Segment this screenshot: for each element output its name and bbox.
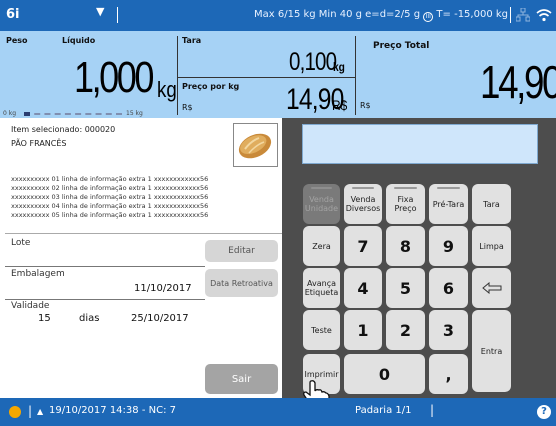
bread-icon bbox=[233, 123, 278, 167]
weight-value: 1,000 bbox=[74, 53, 154, 102]
validade-days: 15 bbox=[38, 313, 51, 324]
help-icon[interactable]: ? bbox=[537, 405, 551, 419]
key-3[interactable]: 3 bbox=[429, 310, 468, 350]
status-bar: | ▲ 19/10/2017 14:38 - NC: 7 Padaria 1/1… bbox=[0, 398, 556, 426]
preco-kg-label: Preço por kg bbox=[182, 82, 240, 91]
list-item: xxxxxxxxxx 01 linha de informação extra … bbox=[11, 175, 209, 183]
tare-spec: T= -15,000 kg bbox=[436, 9, 509, 20]
data-retroativa-button[interactable]: Data Retroativa bbox=[205, 269, 278, 297]
range-max: 15 kg bbox=[126, 110, 143, 117]
scale-spec: Max 6/15 kg Min 40 g e=d=2/5 g III T= -1… bbox=[254, 9, 508, 22]
preco-total-value: 14,90 bbox=[480, 56, 556, 108]
list-item: xxxxxxxxxx 05 linha de informação extra … bbox=[11, 211, 209, 219]
liquido-label: Líquido bbox=[62, 36, 96, 45]
range-min: 0 kg bbox=[3, 110, 17, 117]
venda-unidade-key[interactable]: Venda Unidade bbox=[303, 184, 340, 224]
key-9[interactable]: 9 bbox=[429, 226, 468, 266]
peso-label: Peso bbox=[6, 36, 28, 45]
key-6[interactable]: 6 bbox=[429, 268, 468, 308]
tara-value: 0,100 bbox=[289, 48, 337, 76]
preco-total-label: Preço Total bbox=[373, 41, 430, 51]
divider bbox=[117, 7, 118, 23]
selected-item-label: Item selecionado: 000020 bbox=[11, 125, 116, 134]
weight-range-bar bbox=[24, 113, 122, 115]
venda-diversos-key[interactable]: Venda Diversos bbox=[344, 184, 382, 224]
tara-key[interactable]: Tara bbox=[472, 184, 511, 224]
embalagem-label: Embalagem bbox=[11, 269, 65, 279]
list-item: xxxxxxxxxx 03 linha de informação extra … bbox=[11, 193, 209, 201]
key-2[interactable]: 2 bbox=[386, 310, 425, 350]
wifi-icon bbox=[536, 9, 552, 22]
accuracy-class-icon: III bbox=[423, 12, 434, 22]
sair-button[interactable]: Sair bbox=[205, 364, 278, 394]
preco-kg-unit: R$ bbox=[332, 97, 348, 113]
backspace-arrow-icon bbox=[481, 282, 501, 294]
limpa-key[interactable]: Limpa bbox=[472, 226, 511, 266]
item-details-pane: Item selecionado: 000020 PÃO FRANCÊS xxx… bbox=[0, 118, 282, 398]
keypad-panel: Venda Unidade Venda Diversos Fixa Preço … bbox=[282, 118, 556, 406]
key-4[interactable]: 4 bbox=[344, 268, 382, 308]
validade-date: 25/10/2017 bbox=[131, 313, 189, 324]
key-1[interactable]: 1 bbox=[344, 310, 382, 350]
divider bbox=[177, 77, 355, 78]
entra-key[interactable]: Entra bbox=[472, 310, 511, 392]
divider bbox=[355, 36, 356, 115]
divider bbox=[510, 7, 511, 23]
preco-total-currency: R$ bbox=[360, 101, 371, 110]
datetime-nc: 19/10/2017 14:38 - NC: 7 bbox=[49, 405, 176, 416]
teste-key[interactable]: Teste bbox=[303, 310, 340, 350]
key-0[interactable]: 0 bbox=[344, 354, 425, 394]
list-item: xxxxxxxxxx 04 linha de informação extra … bbox=[11, 202, 209, 210]
key-5[interactable]: 5 bbox=[386, 268, 425, 308]
validade-days-unit: dias bbox=[79, 313, 100, 324]
divider bbox=[5, 233, 282, 234]
item-name: PÃO FRANCÊS bbox=[11, 139, 67, 148]
divider bbox=[5, 266, 205, 267]
top-bar: 6i ▼ Max 6/15 kg Min 40 g e=d=2/5 g III … bbox=[0, 0, 556, 31]
weigh-panel: Peso Líquido 1,000 kg 0 kg 15 kg Tara 0,… bbox=[0, 31, 556, 118]
weight-range-fill bbox=[24, 112, 30, 116]
padaria-label[interactable]: Padaria 1/1 bbox=[355, 405, 411, 416]
status-dot bbox=[9, 406, 21, 418]
keypad-display bbox=[302, 124, 538, 164]
capacity-spec: Max 6/15 kg Min 40 g e=d=2/5 g bbox=[254, 9, 421, 20]
divider: | bbox=[28, 404, 33, 418]
triangle-up-icon: ▲ bbox=[37, 407, 44, 416]
editar-button[interactable]: Editar bbox=[205, 240, 278, 262]
pre-tara-key[interactable]: Pré-Tara bbox=[429, 184, 468, 224]
tara-label: Tara bbox=[182, 36, 202, 45]
extra-info-list: xxxxxxxxxx 01 linha de informação extra … bbox=[11, 175, 208, 219]
lote-label: Lote bbox=[11, 238, 31, 248]
zera-key[interactable]: Zera bbox=[303, 226, 340, 266]
list-item: xxxxxxxxxx 02 linha de informação extra … bbox=[11, 184, 209, 192]
comma-key[interactable]: , bbox=[429, 354, 468, 394]
divider: | bbox=[430, 403, 435, 417]
scale-number: 6i bbox=[6, 7, 20, 22]
key-8[interactable]: 8 bbox=[386, 226, 425, 266]
network-icon bbox=[516, 8, 530, 22]
avanca-etiqueta-key[interactable]: Avança Etiqueta bbox=[303, 268, 340, 308]
weight-unit: kg bbox=[157, 77, 177, 102]
tara-unit: kg bbox=[333, 60, 345, 74]
preco-kg-currency: R$ bbox=[182, 103, 193, 112]
backspace-key[interactable] bbox=[472, 268, 511, 308]
caret-down-icon[interactable]: ▼ bbox=[96, 5, 104, 18]
validade-label: Validade bbox=[11, 301, 50, 311]
key-7[interactable]: 7 bbox=[344, 226, 382, 266]
divider bbox=[5, 299, 205, 300]
divider bbox=[177, 36, 178, 115]
embalagem-date: 11/10/2017 bbox=[134, 283, 192, 294]
fixa-preco-key[interactable]: Fixa Preço bbox=[386, 184, 425, 224]
